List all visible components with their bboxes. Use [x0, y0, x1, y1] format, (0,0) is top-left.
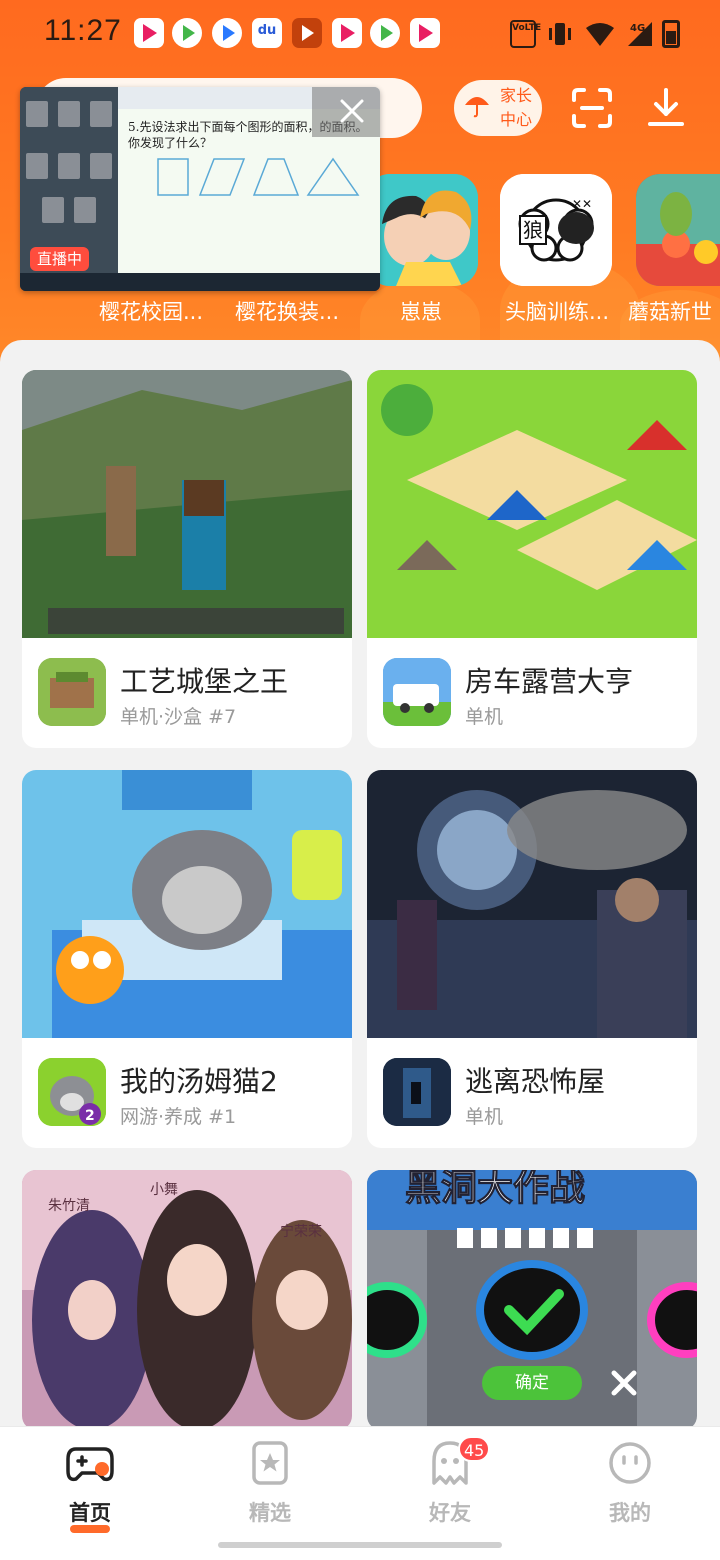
friends-notification-badge: 45 — [458, 1436, 491, 1462]
status-bar: 11:27 du VoLTE 4G — [0, 0, 720, 68]
game-card[interactable]: 2 我的汤姆猫2 网游·养成 #1 — [22, 770, 352, 1148]
game-name: 房车露营大亨 — [465, 665, 634, 698]
app-icon-mushroom-world[interactable] — [636, 174, 720, 286]
download-icon[interactable] — [644, 86, 688, 130]
game-thumbnail — [367, 370, 697, 638]
game-icon: 2 — [38, 1058, 106, 1126]
nav-item-me[interactable]: 我的 — [570, 1441, 690, 1531]
svg-text:狼: 狼 — [523, 218, 543, 242]
game-thumbnail — [22, 370, 352, 638]
nav-item-featured[interactable]: 精选 — [210, 1441, 330, 1531]
svg-text:2: 2 — [85, 1108, 95, 1124]
app-notification-icon — [292, 18, 322, 48]
game-thumbnail — [367, 770, 697, 1038]
game-name: 工艺城堡之王 — [120, 665, 289, 698]
game-card[interactable]: 黑洞大作战 确定 — [367, 1170, 697, 1430]
game-card[interactable]: 工艺城堡之王 单机·沙盒 #7 — [22, 370, 352, 748]
game-subtitle: 单机·沙盒 #7 — [120, 706, 237, 728]
home-indicator[interactable] — [218, 1542, 502, 1548]
game-card[interactable]: 逃离恐怖屋 单机 — [367, 770, 697, 1148]
app-label: 樱花校园... — [98, 300, 204, 324]
close-icon[interactable] — [338, 97, 366, 125]
close-icon[interactable] — [609, 1368, 639, 1398]
confirm-button[interactable]: 确定 — [482, 1366, 582, 1400]
vibrate-icon — [549, 23, 571, 45]
game-icon — [383, 1058, 451, 1126]
game-thumbnail: 黑洞大作战 确定 — [367, 1170, 697, 1430]
app-icon-zaizai[interactable] — [366, 174, 478, 286]
game-thumbnail — [22, 770, 352, 1038]
svg-text:黑洞大作战: 黑洞大作战 — [405, 1170, 585, 1209]
umbrella-icon — [465, 97, 489, 118]
nav-label-home: 首页 — [69, 1501, 111, 1525]
app-label: 樱花换装... — [234, 300, 340, 324]
video-app-notification-icon — [410, 18, 440, 48]
video-app-notification-icon — [370, 18, 400, 48]
game-card[interactable]: 朱竹清 小舞 宁荣荣 — [22, 1170, 352, 1430]
app-label: 蘑菇新世 — [628, 300, 712, 324]
parent-center-label: 家长中心 — [499, 86, 532, 129]
svg-text:4G: 4G — [630, 23, 645, 34]
video-app-notification-icon — [172, 18, 202, 48]
svg-text:✕✕: ✕✕ — [572, 197, 592, 211]
battery-icon — [662, 20, 680, 48]
game-subtitle: 单机 — [465, 1106, 504, 1128]
live-status-tag: 直播中 — [30, 247, 90, 271]
baidu-notification-icon: du — [252, 18, 282, 48]
game-subtitle: 网游·养成 #1 — [120, 1106, 237, 1128]
wifi-icon — [586, 23, 614, 46]
video-app-notification-icon — [134, 18, 164, 48]
scan-icon[interactable] — [570, 86, 614, 130]
status-time: 11:27 — [44, 14, 122, 47]
bottom-navigation: 首页 精选 好友 我的 — [0, 1426, 720, 1560]
parent-center-button[interactable]: 家长中心 — [454, 80, 542, 136]
smiley-face-icon — [609, 1442, 651, 1484]
svg-text:宁荣荣: 宁荣荣 — [280, 1223, 322, 1240]
game-thumbnail: 朱竹清 小舞 宁荣荣 — [22, 1170, 352, 1430]
game-subtitle: 单机 — [465, 706, 504, 728]
game-icon — [383, 658, 451, 726]
game-card[interactable]: 房车露营大亨 单机 — [367, 370, 697, 748]
game-name: 我的汤姆猫2 — [120, 1065, 278, 1098]
nav-label-featured: 精选 — [249, 1501, 291, 1525]
nav-label-me: 我的 — [609, 1501, 651, 1525]
cellular-signal-icon: 4G — [628, 22, 652, 46]
nav-item-friends[interactable]: 好友 — [390, 1441, 510, 1531]
game-feed: 工艺城堡之王 单机·沙盒 #7 房车露营大亨 单机 2 我的汤姆猫2 网游·养成… — [0, 340, 720, 1560]
svg-text:朱竹清: 朱竹清 — [48, 1198, 90, 1214]
svg-text:小舞: 小舞 — [150, 1182, 178, 1198]
star-bookmark-icon — [252, 1441, 288, 1485]
game-icon — [38, 658, 106, 726]
nav-label-friends: 好友 — [429, 1501, 471, 1525]
gamepad-icon — [66, 1447, 114, 1482]
active-indicator — [70, 1525, 110, 1533]
app-icon-brain-training[interactable]: ✕✕ 狼 — [500, 174, 612, 286]
nav-item-home[interactable]: 首页 — [30, 1441, 150, 1533]
volte-icon: VoLTE — [510, 20, 541, 48]
shapes-diagram — [157, 157, 360, 196]
app-label: 崽崽 — [400, 300, 442, 324]
app-label: 头脑训练... — [504, 300, 610, 324]
game-name: 逃离恐怖屋 — [465, 1065, 606, 1098]
live-stream-overlay[interactable]: 5.先设法求出下面每个图形的面积，的面积。你发现了什么？ 直播中 — [20, 87, 380, 291]
video-app-notification-icon — [332, 18, 362, 48]
video-app-notification-icon — [212, 18, 242, 48]
